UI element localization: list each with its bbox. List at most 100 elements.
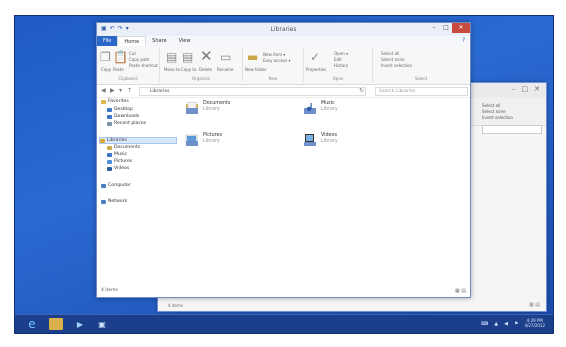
move-to-icon[interactable]: ▤	[166, 51, 177, 63]
paste-icon[interactable]: 📋	[113, 51, 128, 63]
open-group-label: Open	[332, 76, 344, 81]
desktop-icon	[107, 107, 112, 112]
library-music[interactable]: Music Library	[303, 101, 338, 115]
nav-favorites[interactable]: Favorites	[101, 99, 129, 104]
easy-access-button[interactable]: Easy access ▾	[263, 58, 290, 63]
rename-button[interactable]: Rename	[217, 67, 233, 72]
nav-desktop[interactable]: Desktop	[107, 107, 133, 112]
cut-button[interactable]: Cut	[129, 51, 136, 56]
delete-button[interactable]: Delete	[199, 67, 212, 72]
network-icon	[101, 199, 106, 204]
help-icon[interactable]: ?	[462, 37, 465, 44]
libraries-icon	[100, 138, 105, 143]
nav-videos[interactable]: Videos	[107, 166, 129, 171]
address-path[interactable]: Libraries	[150, 89, 169, 94]
library-pictures[interactable]: Pictures Library	[185, 133, 222, 147]
rename-icon[interactable]: ▭	[220, 51, 231, 63]
tab-share[interactable]: Share	[146, 36, 172, 46]
minimize-button[interactable]: –	[428, 23, 440, 33]
address-bar[interactable]: Libraries	[139, 87, 366, 96]
tab-home[interactable]: Home	[117, 36, 147, 46]
back-icon[interactable]: ◀	[101, 87, 106, 94]
background-status-text: 4 items	[168, 303, 183, 308]
window-controls: – □ ✕	[428, 23, 470, 33]
maximize-icon[interactable]: □	[522, 85, 529, 93]
pictures-library-icon	[185, 134, 198, 146]
media-player-icon[interactable]: ▶	[73, 318, 87, 330]
view-toggle-icons[interactable]: ▦ ▤	[455, 288, 466, 294]
flag-icon[interactable]: ⚑	[514, 321, 518, 327]
close-button[interactable]: ✕	[452, 23, 470, 33]
refresh-icon[interactable]: ↻	[359, 87, 364, 94]
library-documents[interactable]: Documents Library	[185, 101, 230, 115]
background-search-input[interactable]	[482, 125, 542, 134]
select-group: Select all Select none Invert selection …	[373, 48, 469, 82]
internet-explorer-icon[interactable]: e	[25, 317, 39, 331]
copy-icon[interactable]: ❐	[100, 51, 111, 63]
volume-icon[interactable]: ◀	[504, 321, 508, 327]
system-tray: ⌨ ▲ ◀ ⚑ 4:29 PM 4/27/2012	[481, 318, 545, 328]
minimize-icon[interactable]: –	[512, 85, 516, 93]
nav-libraries[interactable]: Libraries	[99, 137, 177, 144]
search-input[interactable]: Search Libraries	[375, 87, 468, 96]
nav-music[interactable]: Music	[107, 152, 127, 157]
properties-icon[interactable]: ✓	[310, 51, 320, 63]
close-icon[interactable]: ✕	[534, 85, 540, 93]
keyboard-icon[interactable]: ⌨	[481, 321, 488, 327]
copy-button[interactable]: Copy	[101, 67, 111, 72]
file-list: Documents Library Music Library Pictures…	[185, 101, 465, 251]
window-title: Libraries	[270, 26, 297, 33]
background-view-icons[interactable]: ▦ ▤	[529, 302, 540, 308]
select-all-button[interactable]: Select all	[381, 51, 399, 56]
navigation-pane: Favorites Desktop Downloads Recent place…	[97, 99, 179, 289]
recent-locations-icon[interactable]: ▾	[119, 87, 122, 94]
copy-path-button[interactable]: Copy path	[129, 57, 150, 62]
background-invert-selection[interactable]: Invert selection	[482, 115, 542, 121]
organize-group: ▤ ▤ ✕ ▭ Move to Copy to Delete Rename Or…	[160, 48, 243, 82]
invert-selection-button[interactable]: Invert selection	[381, 63, 412, 68]
tab-view[interactable]: View	[173, 36, 197, 46]
downloads-icon	[107, 114, 112, 119]
properties-button[interactable]: Properties	[306, 67, 326, 72]
clock[interactable]: 4:29 PM 4/27/2012	[524, 318, 545, 328]
nav-pictures[interactable]: Pictures	[107, 159, 132, 164]
nav-recent-places[interactable]: Recent places	[107, 121, 146, 126]
computer-icon	[101, 183, 106, 188]
select-none-button[interactable]: Select none	[381, 57, 405, 62]
explorer-window[interactable]: ▣ ↶ ↷ ▾ Libraries – □ ✕ File Home Share …	[96, 22, 471, 298]
delete-icon[interactable]: ✕	[200, 49, 213, 64]
nav-downloads[interactable]: Downloads	[107, 114, 139, 119]
background-window-controls: – □ ✕	[512, 85, 540, 93]
organize-group-label: Organize	[192, 76, 210, 81]
ribbon: ❐ 📋 Copy Paste Cut Copy path Paste short…	[97, 46, 470, 85]
history-button[interactable]: History	[334, 63, 348, 68]
paste-button[interactable]: Paste	[113, 67, 124, 72]
nav-network[interactable]: Network	[101, 199, 127, 204]
forward-icon[interactable]: ▶	[110, 87, 115, 94]
new-group: ▬ New folder New item ▾ Easy access ▾ Ne…	[243, 48, 304, 82]
new-folder-button[interactable]: New folder	[245, 67, 267, 72]
network-tray-icon[interactable]: ▲	[494, 321, 498, 327]
new-folder-icon[interactable]: ▬	[247, 51, 258, 63]
library-videos[interactable]: Videos Library	[303, 133, 338, 147]
store-icon[interactable]: ▣	[95, 318, 109, 330]
tab-file[interactable]: File	[97, 36, 118, 46]
address-bar-row: ◀ ▶ ▾ ↑ Libraries ↻ Search Libraries	[97, 85, 470, 98]
copy-to-icon[interactable]: ▤	[182, 51, 193, 63]
library-type: Library	[321, 139, 338, 144]
nav-documents[interactable]: Documents	[107, 145, 140, 150]
file-explorer-taskbar-icon[interactable]	[49, 318, 63, 330]
up-icon[interactable]: ↑	[127, 87, 132, 94]
edit-button[interactable]: Edit	[334, 57, 342, 62]
library-type: Library	[203, 139, 220, 144]
maximize-button[interactable]: □	[440, 23, 452, 33]
title-bar[interactable]: ▣ ↶ ↷ ▾ Libraries – □ ✕	[97, 23, 470, 37]
move-to-button[interactable]: Move to	[164, 67, 180, 72]
music-icon	[107, 152, 112, 157]
new-item-button[interactable]: New item ▾	[263, 52, 285, 57]
nav-computer[interactable]: Computer	[101, 183, 131, 188]
open-button[interactable]: Open ▾	[334, 51, 348, 56]
copy-to-button[interactable]: Copy to	[181, 67, 196, 72]
paste-shortcut-button[interactable]: Paste shortcut	[129, 63, 158, 68]
clipboard-group: ❐ 📋 Copy Paste Cut Copy path Paste short…	[97, 48, 160, 82]
